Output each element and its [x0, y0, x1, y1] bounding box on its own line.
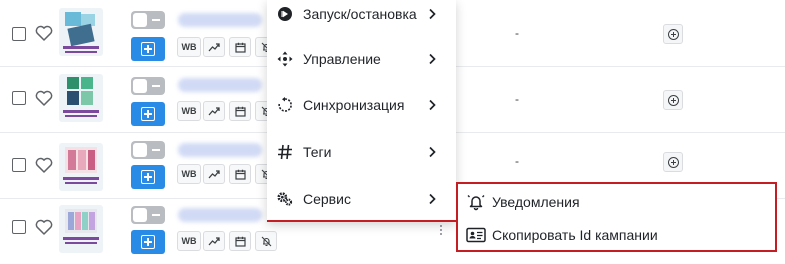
menu-item-label: Сервис [303, 191, 351, 207]
value-cell: - [515, 92, 519, 106]
add-circle-button[interactable] [663, 24, 683, 44]
trend-icon[interactable] [203, 231, 225, 251]
add-circle-button[interactable] [663, 152, 683, 172]
value-cell: - [515, 26, 519, 40]
wb-button[interactable]: WB [177, 164, 201, 184]
gears-icon [277, 191, 293, 207]
chevron-right-icon [429, 53, 436, 65]
calendar-icon[interactable] [229, 37, 251, 57]
product-thumbnail [59, 8, 103, 56]
calendar-icon[interactable] [229, 231, 251, 251]
chevron-right-icon [429, 99, 436, 111]
active-item-underline [267, 220, 456, 222]
calendar-icon[interactable] [229, 164, 251, 184]
bell-icon [467, 194, 485, 210]
menu-item-control[interactable]: Управление [267, 37, 456, 81]
chevron-right-icon [429, 8, 436, 20]
submenu-item-label: Уведомления [492, 193, 580, 210]
id-card-icon [466, 227, 486, 242]
row-checkbox[interactable] [12, 91, 26, 105]
calendar-icon[interactable] [229, 101, 251, 121]
blurred-title [178, 208, 262, 222]
blurred-title [178, 143, 262, 157]
trend-icon[interactable] [203, 101, 225, 121]
favorite-heart-icon[interactable] [35, 25, 53, 41]
row-checkbox[interactable] [12, 158, 26, 172]
add-circle-button[interactable] [663, 90, 683, 110]
status-toggle[interactable] [131, 77, 165, 95]
blurred-title [178, 13, 262, 27]
row-checkbox[interactable] [12, 27, 26, 41]
menu-item-service[interactable]: Сервис [267, 177, 456, 221]
kebab-menu-icon[interactable] [440, 225, 443, 237]
add-button[interactable] [131, 102, 165, 126]
value-cell: - [515, 154, 519, 168]
favorite-heart-icon[interactable] [35, 157, 53, 173]
menu-item-sync[interactable]: Синхронизация [267, 83, 456, 127]
bell-off-icon[interactable] [255, 231, 277, 251]
product-thumbnail [59, 143, 103, 191]
add-button[interactable] [131, 37, 165, 61]
trend-icon[interactable] [203, 37, 225, 57]
status-toggle[interactable] [131, 11, 165, 29]
wb-button[interactable]: WB [177, 231, 201, 251]
add-button[interactable] [131, 230, 165, 254]
chevron-right-icon [429, 193, 436, 205]
favorite-heart-icon[interactable] [35, 90, 53, 106]
wb-button[interactable]: WB [177, 37, 201, 57]
blurred-title [178, 78, 262, 92]
sync-icon [277, 97, 293, 113]
menu-item-start-stop[interactable]: Запуск/остановка [267, 0, 456, 36]
wb-button[interactable]: WB [177, 101, 201, 121]
submenu-item-copy-campaign-id[interactable]: Скопировать Id кампании [458, 218, 775, 251]
hash-icon [277, 144, 293, 160]
menu-item-label: Синхронизация [303, 97, 405, 113]
submenu-item-notifications[interactable]: Уведомления [458, 185, 775, 218]
move-arrows-icon [277, 51, 293, 67]
favorite-heart-icon[interactable] [35, 219, 53, 235]
product-thumbnail [59, 205, 103, 253]
chevron-right-icon [429, 146, 436, 158]
menu-item-tags[interactable]: Теги [267, 130, 456, 174]
status-toggle[interactable] [131, 141, 165, 159]
play-circle-icon [277, 6, 293, 22]
trend-icon[interactable] [203, 164, 225, 184]
menu-item-label: Запуск/остановка [303, 6, 417, 22]
row-checkbox[interactable] [12, 220, 26, 234]
menu-item-label: Теги [303, 144, 332, 160]
menu-item-label: Управление [303, 51, 381, 67]
service-submenu: Уведомления Скопировать Id кампании [456, 182, 777, 252]
add-button[interactable] [131, 165, 165, 189]
submenu-item-label: Скопировать Id кампании [492, 226, 658, 243]
product-thumbnail [59, 74, 103, 122]
context-menu: Запуск/остановка Управление Синхронизаци… [267, 0, 456, 222]
status-toggle[interactable] [131, 206, 165, 224]
